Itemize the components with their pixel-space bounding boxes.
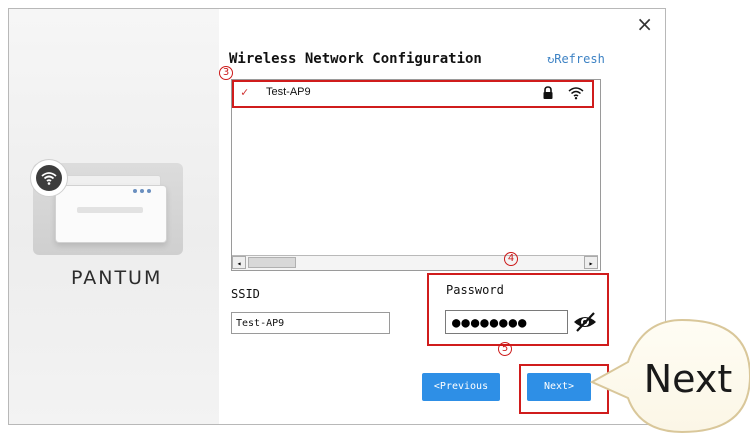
previous-button[interactable]: <Previous xyxy=(422,373,500,401)
password-input[interactable]: ●●●●●●●● xyxy=(445,310,568,334)
step-4-marker: 4 xyxy=(504,252,518,266)
callout-text: Next xyxy=(644,357,733,401)
page-title: Wireless Network Configuration xyxy=(229,51,482,67)
network-ssid: Test-AP9 xyxy=(266,86,311,98)
setup-window: PANTUM × Wireless Network Configuration … xyxy=(8,8,666,425)
scroll-thumb[interactable] xyxy=(248,257,296,268)
ssid-label: SSID xyxy=(231,287,260,301)
network-list-item[interactable]: ✓ Test-AP9 xyxy=(232,80,594,108)
close-button[interactable]: × xyxy=(636,13,653,35)
password-label: Password xyxy=(446,283,504,297)
brand-logo: PANTUM xyxy=(71,267,163,289)
scroll-right-icon[interactable]: ▸ xyxy=(584,256,598,269)
wifi-signal-icon xyxy=(568,87,584,100)
left-brand-panel: PANTUM xyxy=(9,9,219,424)
ssid-input[interactable]: Test-AP9 xyxy=(231,312,390,334)
wifi-badge-icon xyxy=(30,159,68,197)
horizontal-scrollbar[interactable]: ◂ ▸ xyxy=(232,255,598,270)
scroll-left-icon[interactable]: ◂ xyxy=(232,256,246,269)
next-button[interactable]: Next> xyxy=(527,373,591,401)
network-list[interactable]: ✓ Test-AP9 ◂ ▸ xyxy=(231,79,601,271)
step-5-marker: 5 xyxy=(498,342,512,356)
step-3-marker: 3 xyxy=(219,66,233,80)
lock-icon xyxy=(543,86,553,99)
next-callout-bubble: Next xyxy=(590,318,750,434)
selected-check-icon: ✓ xyxy=(241,85,249,99)
refresh-button[interactable]: ↻Refresh xyxy=(547,52,605,66)
refresh-label: Refresh xyxy=(554,52,605,66)
